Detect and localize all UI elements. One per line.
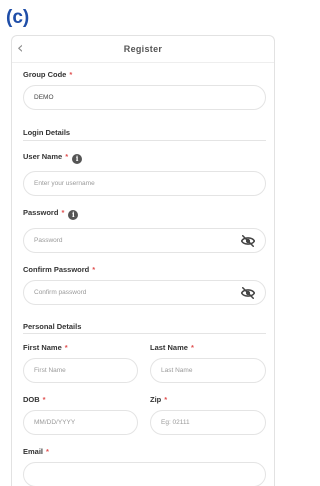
required-marker: * <box>61 208 65 217</box>
register-screen: ‹ Register Group Code* Login Details Use… <box>11 35 275 486</box>
zip-label-text: Zip <box>150 395 162 404</box>
dob-label-text: DOB <box>23 395 40 404</box>
password-input[interactable] <box>34 229 241 252</box>
last-name-field[interactable] <box>150 358 266 383</box>
required-marker: * <box>69 70 73 79</box>
info-icon[interactable]: i <box>68 210 79 220</box>
group-code-label-text: Group Code <box>23 70 67 79</box>
user-name-input[interactable] <box>34 172 241 195</box>
user-name-field[interactable] <box>23 171 266 196</box>
required-marker: * <box>46 447 49 456</box>
confirm-password-field[interactable] <box>23 280 266 305</box>
group-code-label: Group Code * <box>23 70 72 79</box>
email-field[interactable] <box>23 462 266 486</box>
info-icon[interactable]: i <box>72 154 83 164</box>
user-name-label-text: User Name <box>23 152 63 161</box>
confirm-password-label: Confirm Password * <box>23 265 95 274</box>
confirm-password-label-text: Confirm Password <box>23 265 90 274</box>
divider <box>23 333 266 334</box>
required-marker: * <box>64 343 68 352</box>
first-name-label-text: First Name <box>23 343 62 352</box>
divider <box>23 140 266 141</box>
nav-bar: ‹ Register <box>12 36 274 63</box>
group-code-input[interactable] <box>34 86 241 109</box>
last-name-label-text: Last Name <box>150 343 188 352</box>
dob-label: DOB * <box>23 395 46 404</box>
first-name-input[interactable] <box>34 359 113 382</box>
required-marker: * <box>42 395 46 404</box>
confirm-password-input[interactable] <box>34 281 241 304</box>
password-field[interactable] <box>23 228 266 253</box>
eye-slash-icon[interactable] <box>241 287 255 299</box>
dob-input[interactable] <box>34 411 113 434</box>
password-label: Password * i <box>23 208 79 220</box>
zip-label: Zip * <box>150 395 167 404</box>
section-personal-details: Personal Details <box>23 322 82 331</box>
eye-slash-icon[interactable] <box>241 235 255 247</box>
user-name-label: User Name * i <box>23 152 83 164</box>
first-name-field[interactable] <box>23 358 138 383</box>
required-marker: * <box>92 265 96 274</box>
dob-field[interactable] <box>23 410 138 435</box>
group-code-field[interactable] <box>23 85 266 110</box>
figure-label: (c) <box>6 7 30 28</box>
first-name-label: First Name * <box>23 343 68 352</box>
email-label: Email * <box>23 447 49 456</box>
last-name-label: Last Name * <box>150 343 194 352</box>
section-login-details: Login Details <box>23 128 71 137</box>
email-label-text: Email <box>23 447 44 456</box>
password-label-text: Password <box>23 208 59 217</box>
required-marker: * <box>65 152 69 161</box>
last-name-input[interactable] <box>161 359 241 382</box>
required-marker: * <box>190 343 194 352</box>
zip-field[interactable] <box>150 410 266 435</box>
page-title: Register <box>123 44 163 54</box>
zip-input[interactable] <box>161 411 241 434</box>
email-input[interactable] <box>34 463 241 486</box>
required-marker: * <box>164 395 168 404</box>
